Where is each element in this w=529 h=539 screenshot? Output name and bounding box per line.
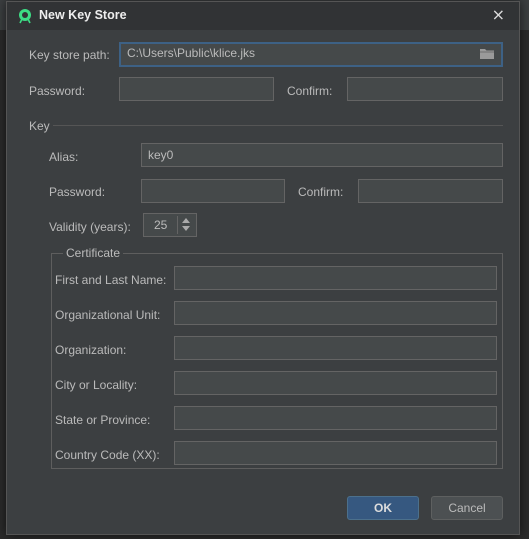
dialog-title: New Key Store [39,8,127,22]
key-store-path-label: Key store path: [29,48,110,62]
folder-icon[interactable] [479,47,495,60]
increment-arrow-icon[interactable] [182,218,190,223]
keystore-confirm-label: Confirm: [287,84,333,98]
keystore-password-input[interactable] [119,77,274,101]
key-store-path-field[interactable]: C:\Users\Public\klice.jks [119,42,503,67]
key-store-path-value: C:\Users\Public\klice.jks [127,46,256,60]
key-section-divider [53,125,503,126]
validity-value: 25 [154,218,168,232]
keystore-password-label: Password: [29,84,86,98]
first-last-name-input[interactable] [174,266,497,290]
close-icon[interactable]: × [492,5,505,24]
city-locality-input[interactable] [174,371,497,395]
organization-label: Organization: [55,343,127,357]
new-key-store-dialog: New Key Store × Key store path: C:\Users… [6,1,520,535]
key-confirm-input[interactable] [358,179,503,203]
country-code-input[interactable] [174,441,497,465]
state-province-input[interactable] [174,406,497,430]
first-last-name-label: First and Last Name: [55,273,167,287]
validity-stepper[interactable]: 25 [143,213,197,237]
alias-label: Alias: [49,150,79,164]
key-password-input[interactable] [141,179,285,203]
stepper-divider [177,216,178,234]
dialog-titlebar: New Key Store × [7,2,519,30]
decrement-arrow-icon[interactable] [182,226,190,231]
ok-button[interactable]: OK [347,496,419,520]
state-province-label: State or Province: [55,413,151,427]
keystore-confirm-input[interactable] [347,77,503,101]
country-code-label: Country Code (XX): [55,448,160,462]
organizational-unit-label: Organizational Unit: [55,308,161,322]
organization-input[interactable] [174,336,497,360]
key-confirm-label: Confirm: [298,185,344,199]
certificate-legend: Certificate [63,246,124,260]
validity-label: Validity (years): [49,220,131,234]
organizational-unit-input[interactable] [174,301,497,325]
cancel-button[interactable]: Cancel [431,496,503,520]
key-password-label: Password: [49,185,106,199]
android-studio-icon [19,9,31,24]
city-locality-label: City or Locality: [55,378,138,392]
alias-input[interactable] [141,143,503,167]
key-section-label: Key [29,119,50,133]
